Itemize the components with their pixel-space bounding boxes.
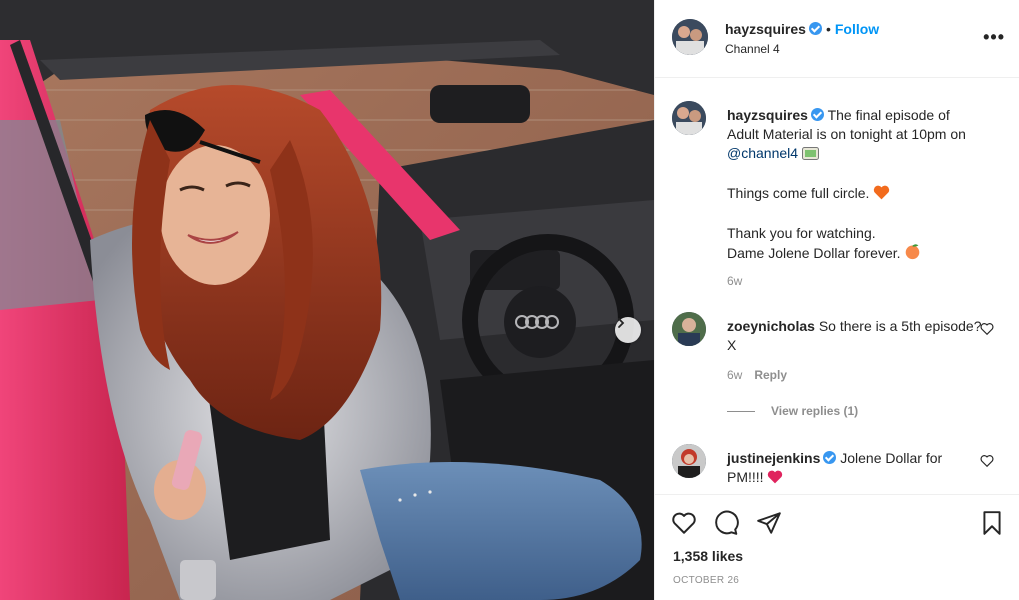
header-location[interactable]: Channel 4 (725, 42, 780, 56)
photo-illustration (0, 0, 654, 600)
next-photo-button[interactable] (615, 317, 641, 343)
likes-count[interactable]: 1,358 likes (673, 548, 743, 564)
heart-icon[interactable] (671, 510, 697, 536)
post-side-panel: hayzsquires • Follow Channel 4 ••• hayzsqu… (654, 0, 1019, 600)
like-comment-heart-icon[interactable] (980, 454, 994, 468)
tv-emoji-icon (801, 146, 819, 165)
avatar[interactable] (672, 101, 706, 135)
avatar[interactable] (672, 444, 706, 478)
post-actions: 1,358 likes OCTOBER 26 (655, 494, 1019, 600)
red-heart-icon (767, 470, 783, 489)
header-username[interactable]: hayzsquires (725, 21, 806, 37)
instagram-post: hayzsquires • Follow Channel 4 ••• hayzsqu… (0, 0, 1019, 600)
avatar-image (672, 101, 706, 135)
caption-line-2: Things come full circle. (727, 185, 870, 201)
caption-time: 6w (727, 274, 743, 288)
caption-line-3: Thank you for watching. (727, 225, 876, 241)
mention-link[interactable]: @channel4 (727, 145, 798, 161)
comments-section[interactable]: hayzsquires The final episode of Adult M… (655, 79, 1019, 493)
avatar[interactable] (672, 312, 706, 346)
avatar[interactable] (672, 19, 708, 55)
caption-line-4: Dame Jolene Dollar forever. (727, 245, 901, 261)
header-name-row: hayzsquires • Follow (725, 21, 879, 37)
bookmark-icon[interactable] (979, 510, 1005, 536)
verified-icon (808, 22, 822, 35)
comment-text: justinejenkins Jolene Dollar for PM!!!! (727, 449, 982, 489)
comment-text: zoeynicholas So there is a 5th episode? … (727, 317, 982, 355)
caption-text: hayzsquires The final episode of Adult M… (727, 106, 982, 265)
follow-button[interactable]: Follow (835, 21, 879, 37)
share-icon[interactable] (756, 510, 782, 536)
like-comment-heart-icon[interactable] (980, 322, 994, 336)
orange-heart-icon (873, 185, 890, 205)
verified-icon (823, 451, 837, 464)
verified-icon (810, 108, 824, 121)
reply-button[interactable]: Reply (754, 368, 787, 382)
avatar-image (672, 444, 706, 478)
comment-username[interactable]: zoeynicholas (727, 318, 815, 334)
caption-username[interactable]: hayzsquires (727, 107, 808, 123)
comment-meta: 6w Reply (727, 368, 787, 382)
post-header: hayzsquires • Follow Channel 4 ••• (655, 0, 1019, 78)
more-options-icon[interactable]: ••• (983, 27, 1005, 48)
avatar-image (672, 19, 708, 55)
post-photo[interactable] (0, 0, 654, 600)
comment-username[interactable]: justinejenkins (727, 450, 820, 466)
avatar-image (672, 312, 706, 346)
chevron-right-icon (618, 318, 625, 328)
comment-icon[interactable] (713, 510, 739, 536)
separator-dot: • (825, 21, 831, 37)
post-date[interactable]: OCTOBER 26 (673, 575, 739, 586)
comment-time: 6w (727, 368, 743, 382)
view-replies-button[interactable]: View replies (1) (727, 404, 858, 418)
peach-emoji-icon (904, 243, 921, 265)
